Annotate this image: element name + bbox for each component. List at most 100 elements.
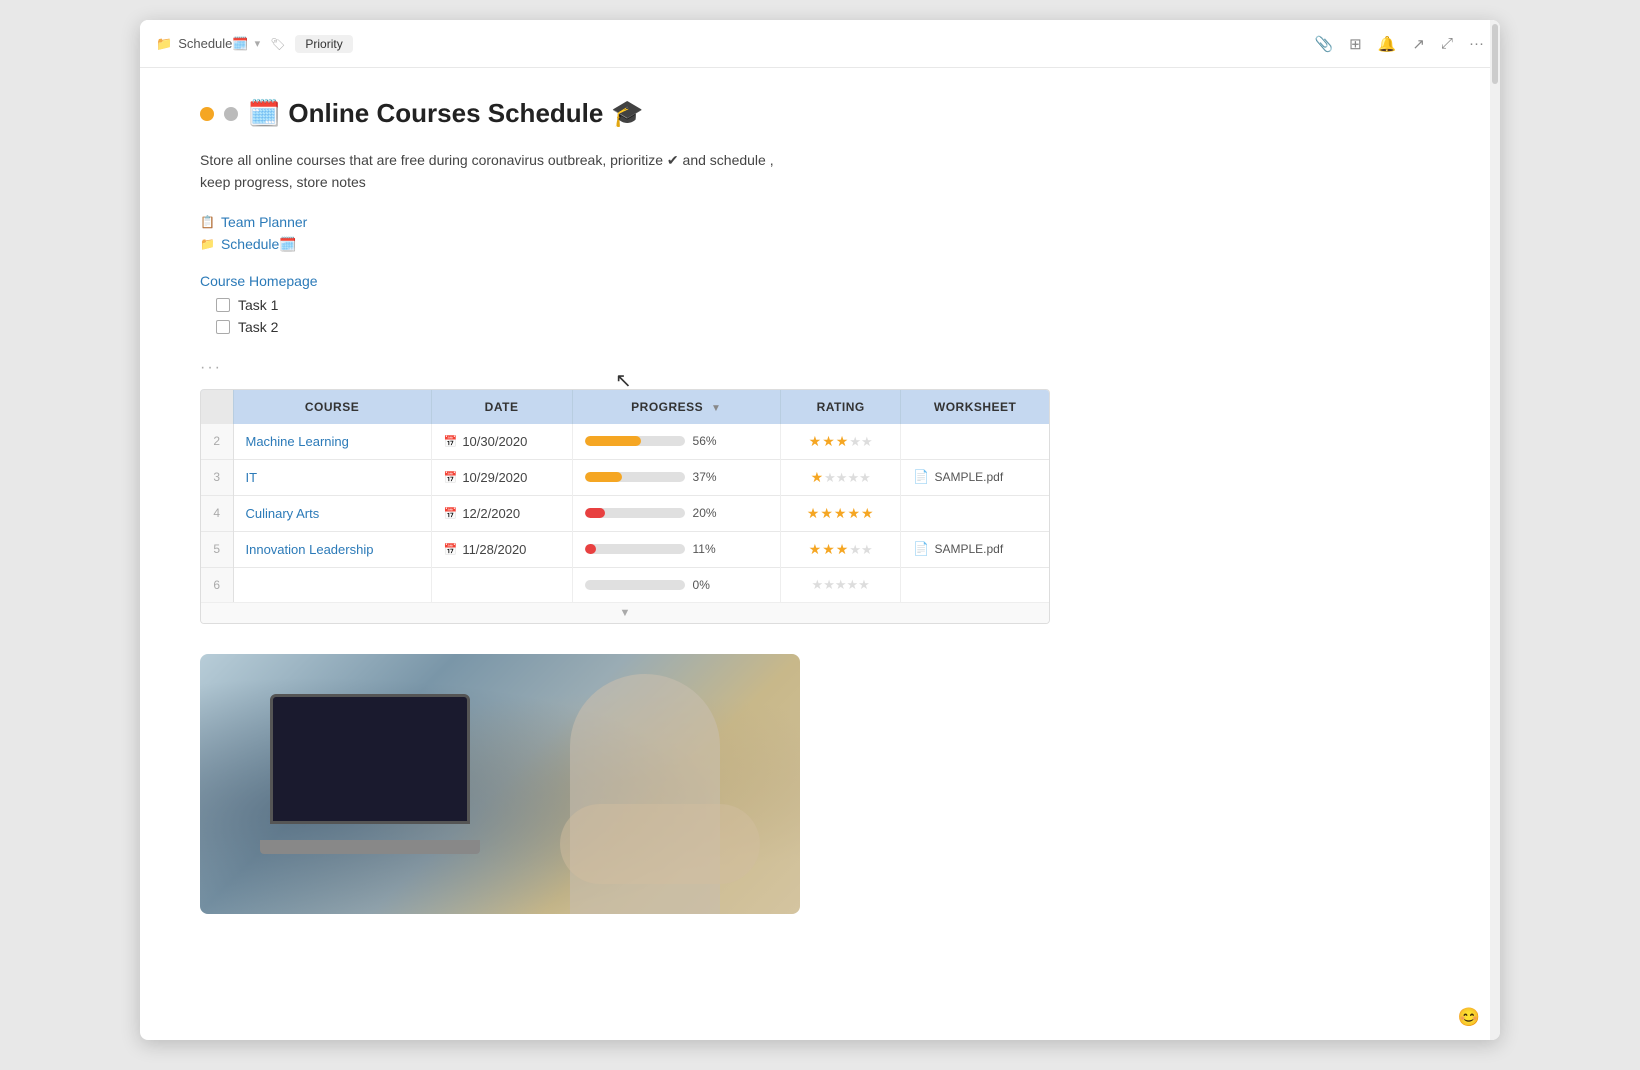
star-filled: ★ xyxy=(809,433,823,449)
course-link[interactable]: Innovation Leadership xyxy=(246,542,374,557)
progress-cell: 11% xyxy=(572,531,781,567)
star-empty: ★ xyxy=(858,577,870,592)
course-cell[interactable]: Machine Learning xyxy=(233,424,431,460)
header-worksheet[interactable]: WORKSHEET xyxy=(901,390,1049,424)
page-title-text: Online Courses Schedule xyxy=(288,98,603,129)
star-filled: ★ xyxy=(820,505,834,521)
star-filled: ★ xyxy=(836,541,850,557)
clipboard-icon: 📋 xyxy=(200,215,215,229)
star-empty: ★ xyxy=(824,470,836,485)
scene xyxy=(200,654,800,914)
row-number: 5 xyxy=(201,531,233,567)
course-cell[interactable] xyxy=(233,567,431,602)
calendar-cell-icon: 📅 xyxy=(444,543,458,556)
worksheet-cell xyxy=(901,424,1049,460)
team-planner-label: Team Planner xyxy=(221,214,307,230)
progress-bar xyxy=(585,580,685,590)
bell-icon[interactable]: 🔔 xyxy=(1378,35,1397,53)
date-cell: 📅10/29/2020 xyxy=(431,459,572,495)
task-1-checkbox[interactable] xyxy=(216,298,230,312)
calendar-icon: 🗓️ xyxy=(248,98,280,129)
table-row: 4Culinary Arts📅12/2/2020 20% ★★★★★ xyxy=(201,495,1049,531)
course-homepage-link[interactable]: Course Homepage xyxy=(200,273,1440,289)
task-2-checkbox[interactable] xyxy=(216,320,230,334)
progress-bar xyxy=(585,472,685,482)
expand-icon[interactable]: ⤢ xyxy=(1441,35,1453,52)
breadcrumb-schedule[interactable]: Schedule🗓️ xyxy=(178,36,248,52)
star-filled: ★ xyxy=(822,541,836,557)
task-1-item: Task 1 xyxy=(216,297,1440,313)
course-link[interactable]: Culinary Arts xyxy=(246,506,320,521)
titlebar-right: 📎 ⊞ 🔔 ↗ ⤢ ··· xyxy=(1314,35,1484,53)
worksheet-name[interactable]: SAMPLE.pdf xyxy=(934,470,1003,484)
worksheet-cell: 📄 SAMPLE.pdf xyxy=(901,459,1049,495)
star-empty: ★ xyxy=(849,434,861,449)
table: COURSE DATE PROGRESS ▼ RATING xyxy=(201,390,1049,602)
titlebar-left: 📁 Schedule🗓️ ▾ 🏷 Priority xyxy=(156,35,353,53)
star-empty: ★ xyxy=(812,577,824,592)
rating-cell: ★★★★★ xyxy=(781,459,901,495)
table-row: 6 0% ★★★★★ xyxy=(201,567,1049,602)
course-cell[interactable]: Culinary Arts xyxy=(233,495,431,531)
course-link[interactable]: IT xyxy=(246,470,258,485)
table-row: 5Innovation Leadership📅11/28/2020 11% ★★… xyxy=(201,531,1049,567)
folder-link-icon: 📁 xyxy=(200,237,215,251)
course-cell[interactable]: Innovation Leadership xyxy=(233,531,431,567)
date-value: 10/29/2020 xyxy=(462,470,527,485)
dot-gray xyxy=(224,107,238,121)
share-icon[interactable]: ↗ xyxy=(1412,35,1425,53)
star-empty: ★ xyxy=(849,542,861,557)
tasks-section: Course Homepage Task 1 Task 2 xyxy=(200,273,1440,335)
star-empty: ★ xyxy=(859,470,871,485)
rating-cell: ★★★★★ xyxy=(781,567,901,602)
tag-icon: 🏷 xyxy=(270,37,285,51)
folder-icon: 📁 xyxy=(156,36,172,52)
header-progress[interactable]: PROGRESS ▼ xyxy=(572,390,781,424)
course-link[interactable]: Machine Learning xyxy=(246,434,349,449)
scrollbar[interactable] xyxy=(1490,20,1500,1040)
pin-icon[interactable]: 📎 xyxy=(1314,35,1333,53)
scrollbar-thumb[interactable] xyxy=(1492,24,1498,84)
breadcrumb[interactable]: 📁 Schedule🗓️ ▾ xyxy=(156,36,260,52)
grid-icon[interactable]: ⊞ xyxy=(1349,35,1362,53)
main-content: 🗓️ Online Courses Schedule 🎓 Store all o… xyxy=(140,68,1500,1040)
task-1-label: Task 1 xyxy=(238,297,278,313)
file-icon: 📄 xyxy=(913,469,929,485)
progress-pct: 11% xyxy=(693,542,721,556)
header-date[interactable]: DATE xyxy=(431,390,572,424)
worksheet-link[interactable]: 📄SAMPLE.pdf xyxy=(913,541,1037,557)
worksheet-name[interactable]: SAMPLE.pdf xyxy=(934,542,1003,556)
laptop-base xyxy=(260,840,480,854)
date-value: 11/28/2020 xyxy=(462,542,526,557)
table-header: COURSE DATE PROGRESS ▼ RATING xyxy=(201,390,1049,424)
star-filled: ★ xyxy=(834,505,848,521)
progress-bar xyxy=(585,544,685,554)
worksheet-link[interactable]: 📄 SAMPLE.pdf xyxy=(913,469,1037,485)
rating-cell: ★★★★★ xyxy=(781,424,901,460)
description-text: Store all online courses that are free d… xyxy=(200,149,800,194)
row-number: 3 xyxy=(201,459,233,495)
calendar-cell-icon: 📅 xyxy=(444,435,458,448)
team-planner-link[interactable]: 📋 Team Planner xyxy=(200,214,1440,230)
progress-bar xyxy=(585,436,685,446)
progress-fill xyxy=(585,544,596,554)
task-2-item: Task 2 xyxy=(216,319,1440,335)
priority-tag[interactable]: Priority xyxy=(295,35,352,53)
date-cell xyxy=(431,567,572,602)
header-rating[interactable]: RATING xyxy=(781,390,901,424)
progress-cell: 56% xyxy=(572,424,781,460)
star-filled: ★ xyxy=(847,505,861,521)
header-course[interactable]: COURSE xyxy=(233,390,431,424)
emoji-button[interactable]: 😊 xyxy=(1458,1007,1480,1028)
progress-pct: 20% xyxy=(693,506,721,520)
dot-orange xyxy=(200,107,214,121)
task-2-label: Task 2 xyxy=(238,319,278,335)
worksheet-cell xyxy=(901,567,1049,602)
dots-menu[interactable]: ··· xyxy=(200,359,1440,377)
filter-icon[interactable]: ▼ xyxy=(711,403,721,414)
more-icon[interactable]: ··· xyxy=(1469,35,1484,52)
progress-fill xyxy=(585,436,641,446)
schedule-link[interactable]: 📁 Schedule🗓️ xyxy=(200,236,1440,253)
progress-cell: 37% xyxy=(572,459,781,495)
course-cell[interactable]: IT xyxy=(233,459,431,495)
